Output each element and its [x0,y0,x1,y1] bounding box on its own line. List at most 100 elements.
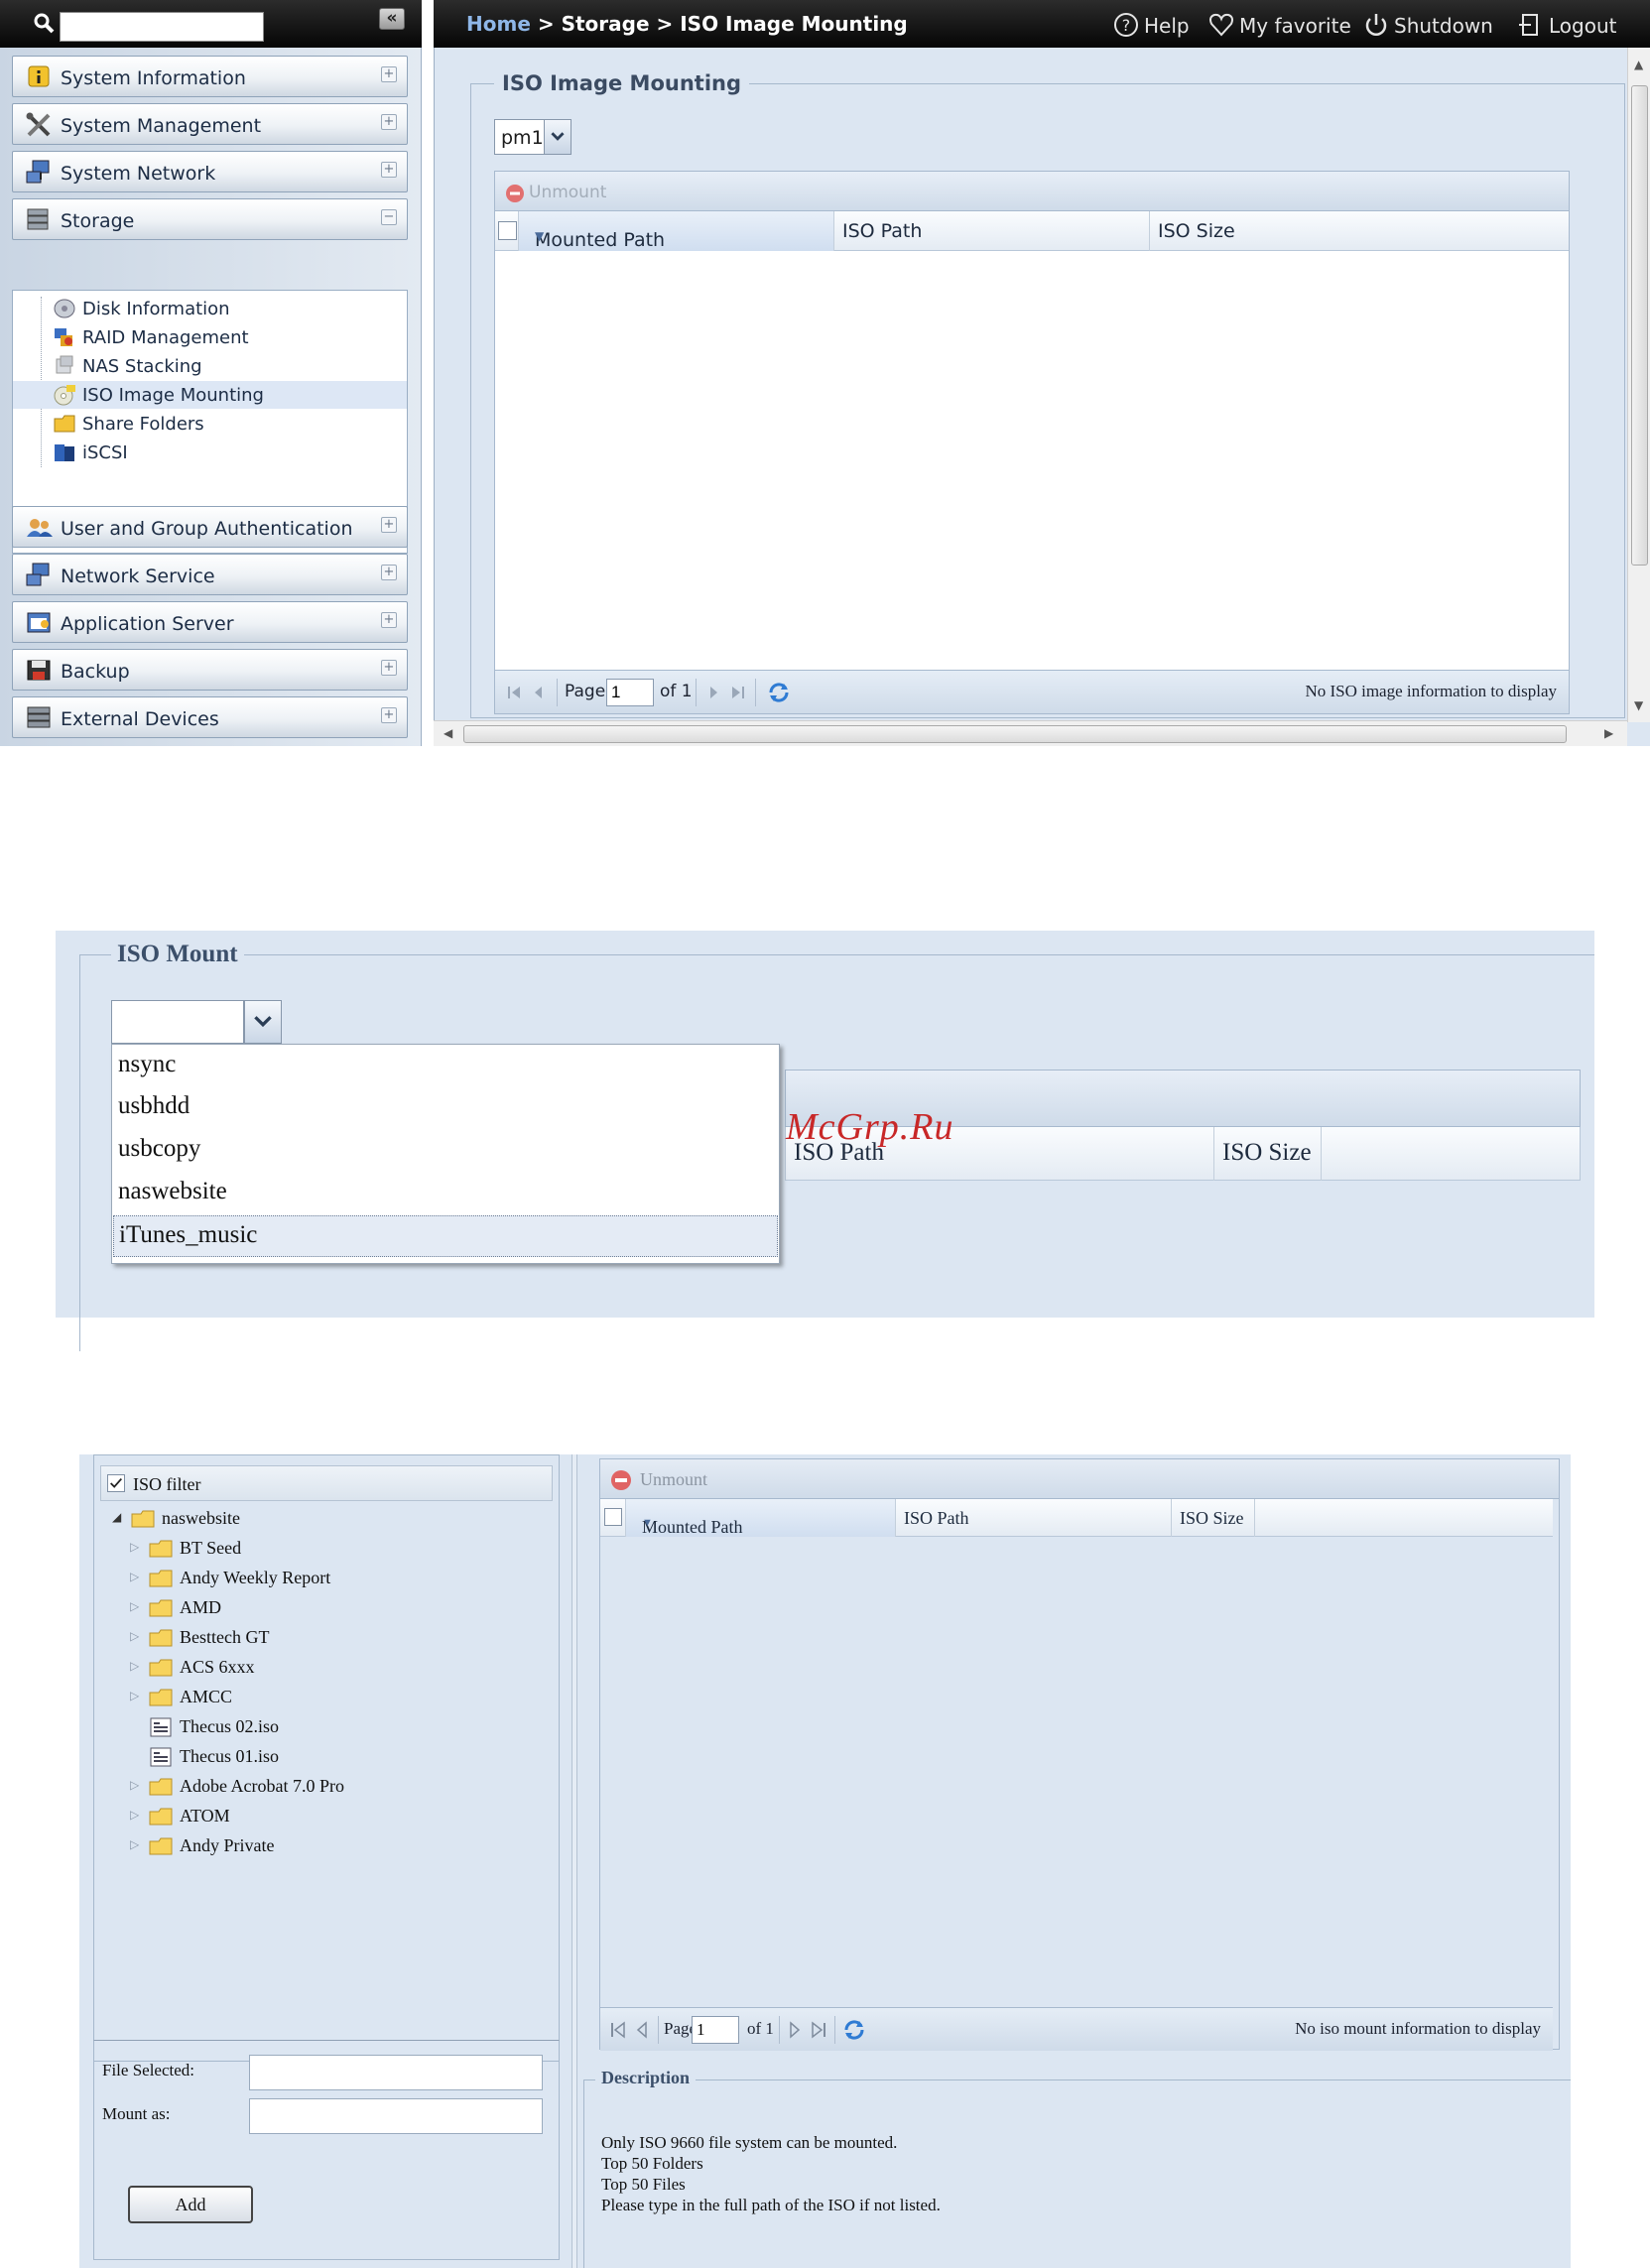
expand-icon[interactable]: + [381,660,397,676]
sidebar-section-system-network[interactable]: System Network + [12,151,408,192]
dropdown-option[interactable]: naswebsite [113,1173,778,1214]
select-all-checkbox[interactable] [498,221,517,240]
sidebar-item-disk-information[interactable]: Disk Information [41,295,408,322]
scrollbar-thumb[interactable] [1631,85,1648,566]
scroll-right-icon[interactable]: ▶ [1604,726,1613,740]
dropdown-option[interactable]: usbcopy [113,1130,778,1172]
column-iso-path[interactable]: ISO Path [834,211,1150,251]
sidebar-section-network-service[interactable]: Network Service + [12,554,408,595]
expanded-arrow-icon[interactable]: ◢ [112,1510,121,1525]
sidebar-section-external-devices[interactable]: External Devices + [12,696,408,738]
collapsed-arrow-icon[interactable]: ▷ [130,1599,139,1614]
iso-filter-checkbox[interactable] [107,1474,125,1492]
description-line: Please type in the full path of the ISO … [601,2196,941,2214]
sidebar-item-iscsi[interactable]: iSCSI [41,439,408,466]
share-select[interactable]: pm1 [494,119,571,155]
scrollbar-thumb[interactable] [463,725,1567,743]
collapsed-arrow-icon[interactable]: ▷ [130,1778,139,1793]
column-iso-size[interactable]: ISO Size [1172,1499,1255,1537]
refresh-icon[interactable] [842,2018,866,2042]
help-button[interactable]: ? Help [1112,10,1202,40]
breadcrumb-current: ISO Image Mounting [680,12,908,36]
chevron-down-icon[interactable] [244,1000,282,1044]
collapsed-arrow-icon[interactable]: ▷ [130,1808,139,1823]
unmount-button[interactable]: Unmount [640,1469,707,1490]
mount-as-input[interactable] [249,2098,543,2134]
last-page-icon[interactable] [809,2020,828,2040]
sidebar-item-iso-image-mounting[interactable]: ISO Image Mounting [13,381,407,409]
expand-icon[interactable]: + [381,66,397,82]
collapsed-arrow-icon[interactable]: ▷ [130,1659,139,1674]
dropdown-option-highlighted[interactable]: iTunes_music [113,1215,778,1257]
first-page-icon[interactable] [505,683,525,702]
scroll-down-icon[interactable]: ▼ [1634,698,1643,712]
dropdown-option[interactable]: nsync [113,1046,778,1087]
column-label: Mounted Path [642,1517,743,1537]
next-page-icon[interactable] [785,2020,805,2040]
page-number-input[interactable] [692,2016,739,2044]
option-label: naswebsite [118,1178,227,1204]
column-iso-size[interactable]: ISO Size [1214,1127,1322,1181]
page-number-input[interactable] [606,679,654,706]
column-iso-size[interactable]: ISO Size [1150,211,1235,251]
column-iso-path[interactable]: ISO Path [896,1499,1172,1537]
sidebar-item-raid-management[interactable]: RAID Management [41,323,408,351]
favorite-label: My favorite [1239,14,1351,38]
my-favorite-button[interactable]: My favorite [1207,10,1356,40]
option-label: usbhdd [118,1092,190,1119]
refresh-icon[interactable] [767,681,791,704]
scroll-up-icon[interactable]: ▲ [1634,58,1643,71]
chevron-down-icon[interactable] [544,119,571,155]
sidebar-item-nas-stacking[interactable]: NAS Stacking [41,352,408,380]
folder-icon [149,1689,173,1706]
last-page-icon[interactable] [727,683,747,702]
panel-splitter[interactable] [571,1454,577,2268]
grid-pager: Page of 1 No ISO image information to di… [495,670,1569,713]
scroll-left-icon[interactable]: ◀ [444,726,452,740]
add-button[interactable]: Add [128,2186,253,2223]
shutdown-label: Shutdown [1394,14,1493,38]
collapsed-arrow-icon[interactable]: ▷ [130,1689,139,1703]
prev-page-icon[interactable] [632,2020,652,2040]
collapse-icon[interactable]: − [381,209,397,225]
next-page-icon[interactable] [703,683,723,702]
folder-icon [149,1837,173,1855]
column-mounted-path[interactable]: Mounted Path ▼ [626,1499,896,1537]
expand-icon[interactable]: + [381,114,397,130]
sidebar-section-storage[interactable]: Storage − [12,198,408,240]
sidebar-section-user-group-auth[interactable]: User and Group Authentication + [12,506,408,548]
horizontal-scrollbar[interactable]: ◀ ▶ [434,720,1627,746]
unmount-button[interactable]: Unmount [529,183,606,202]
file-selected-input[interactable] [249,2055,543,2090]
sidebar-section-system-management[interactable]: System Management + [12,103,408,145]
logout-button[interactable]: Logout [1517,10,1626,40]
sidebar-section-application-server[interactable]: Application Server + [12,601,408,643]
sidebar-item-share-folders[interactable]: Share Folders [41,410,408,438]
select-all-checkbox[interactable] [604,1508,622,1526]
collapse-sidebar-button[interactable]: « [379,8,405,30]
expand-icon[interactable]: + [381,162,397,178]
shutdown-button[interactable]: Shutdown [1362,10,1511,40]
prev-page-icon[interactable] [529,683,549,702]
sidebar-section-system-information[interactable]: System Information + [12,56,408,97]
expand-icon[interactable]: + [381,565,397,580]
first-page-icon[interactable] [608,2020,628,2040]
collapsed-arrow-icon[interactable]: ▷ [130,1570,139,1584]
breadcrumb-storage[interactable]: Storage [562,12,650,36]
collapsed-arrow-icon[interactable]: ▷ [130,1540,139,1555]
collapsed-arrow-icon[interactable]: ▷ [130,1837,139,1852]
tree-item-label: Adobe Acrobat 7.0 Pro [180,1776,344,1796]
share-select[interactable] [111,1000,244,1044]
folder-icon [149,1659,173,1677]
expand-icon[interactable]: + [381,707,397,723]
dropdown-option[interactable]: usbhdd [113,1087,778,1129]
sidebar-item-label: ISO Image Mounting [82,385,264,406]
expand-icon[interactable]: + [381,612,397,628]
collapsed-arrow-icon[interactable]: ▷ [130,1629,139,1644]
sidebar-section-backup[interactable]: Backup + [12,649,408,691]
column-mounted-path[interactable]: Mounted Path ▼ [519,211,834,251]
breadcrumb-home-link[interactable]: Home [466,12,531,36]
vertical-scrollbar[interactable]: ▲ ▼ [1627,48,1650,722]
expand-icon[interactable]: + [381,517,397,533]
search-input[interactable] [60,12,264,42]
